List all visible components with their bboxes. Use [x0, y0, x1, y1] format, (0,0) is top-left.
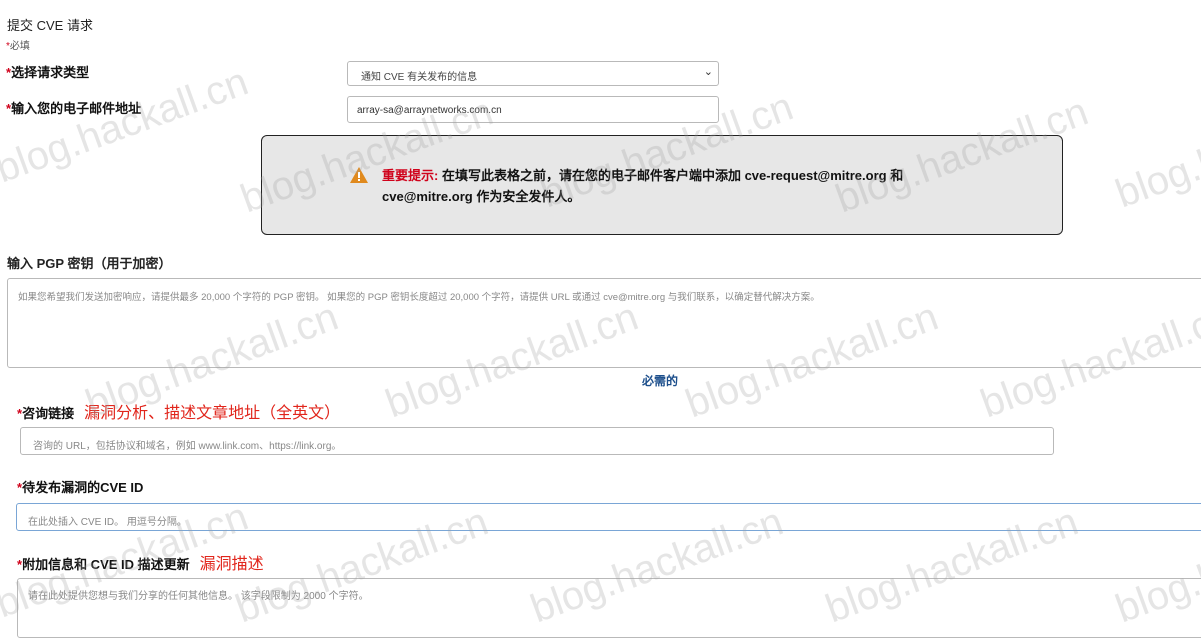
alert-title: 重要提示: [382, 168, 439, 183]
advisory-url-input[interactable]: 咨询的 URL，包括协议和域名，例如 www.link.com、https://… [20, 427, 1054, 455]
cve-id-label: *待发布漏洞的CVE ID [17, 477, 143, 496]
request-type-label-text: 选择请求类型 [11, 65, 90, 80]
email-input[interactable]: array-sa@arraynetworks.com.cn [347, 96, 719, 123]
request-type-selected-value: 通知 CVE 有关发布的信息 [361, 72, 478, 83]
additional-info-label: *附加信息和 CVE ID 描述更新 漏洞描述 [17, 550, 264, 574]
pgp-label: 输入 PGP 密钥（用于加密） [7, 256, 172, 271]
required-section-heading: 必需的 [642, 374, 679, 388]
alert-box: 重要提示: 在填写此表格之前，请在您的电子邮件客户端中添加 cve-reques… [261, 135, 1063, 235]
required-note-text: 必填 [9, 41, 30, 52]
additional-info-annotation: 漏洞描述 [199, 556, 264, 573]
warning-triangle-icon [350, 167, 368, 183]
alert-message: 在填写此表格之前，请在您的电子邮件客户端中添加 cve-request@mitr… [382, 168, 904, 204]
watermark: blog.hackall.cn [1110, 84, 1201, 217]
advisory-annotation: 漏洞分析、描述文章地址（全英文） [84, 405, 341, 422]
required-note: *必填 [6, 37, 30, 52]
additional-info-label-text: 附加信息和 CVE ID 描述更新 [22, 557, 190, 572]
email-label: *输入您的电子邮件地址 [6, 98, 141, 117]
advisory-label: *咨询链接 漏洞分析、描述文章地址（全英文） [17, 399, 340, 423]
cve-id-label-text: 待发布漏洞的CVE ID [22, 480, 144, 495]
pgp-textarea[interactable]: 如果您希望我们发送加密响应，请提供最多 20,000 个字符的 PGP 密钥。 … [7, 278, 1201, 368]
advisory-label-text: 咨询链接 [22, 406, 75, 421]
chevron-down-icon: ⌄ [703, 66, 713, 78]
alert-content: 重要提示: 在填写此表格之前，请在您的电子邮件客户端中添加 cve-reques… [350, 165, 942, 207]
page-title: 提交 CVE 请求 [7, 18, 93, 33]
additional-info-textarea[interactable]: 请在此处提供您想与我们分享的任何其他信息。 该字段限制为 2000 个字符。 [17, 578, 1201, 638]
cve-id-input[interactable]: 在此处插入 CVE ID。 用逗号分隔。 [16, 503, 1201, 531]
request-type-label: *选择请求类型 [6, 62, 89, 81]
email-label-text: 输入您的电子邮件地址 [11, 101, 142, 116]
request-type-select[interactable]: 通知 CVE 有关发布的信息 ⌄ [347, 61, 719, 86]
